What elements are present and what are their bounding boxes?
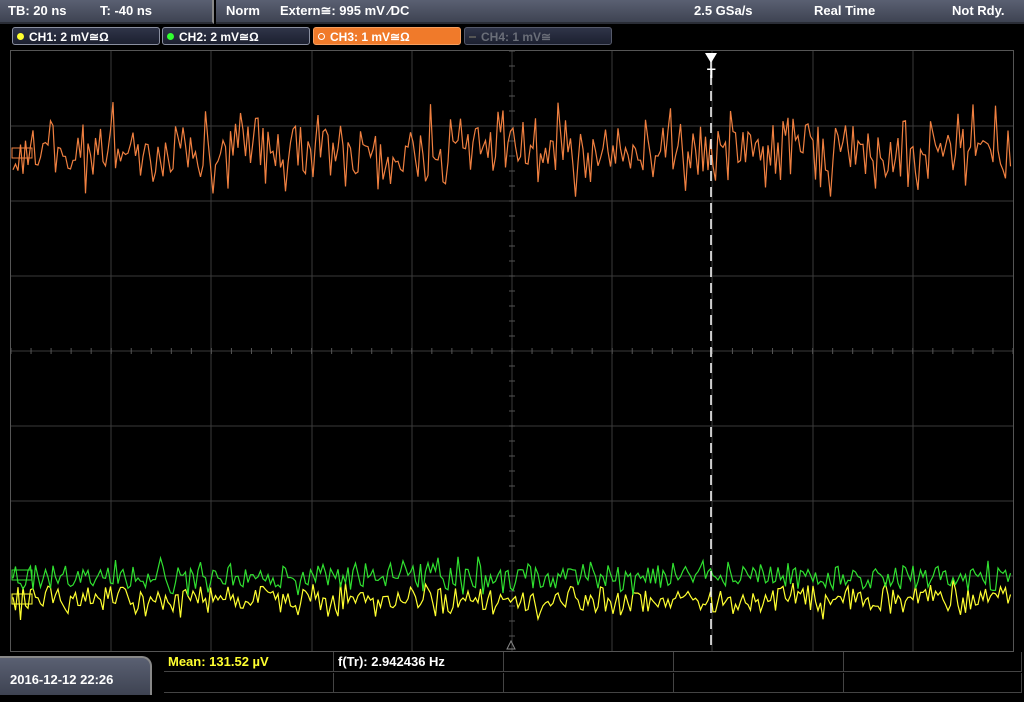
measurement-slot-8[interactable] [504, 673, 674, 693]
trigger-source-label: Extern≅: 995 mV ⁄DC [280, 3, 410, 18]
acquisition-panel[interactable]: Norm Extern≅: 995 mV ⁄DC 2.5 GSa/s Real … [216, 0, 1024, 24]
measurement-table: Mean: 131.52 µV f(Tr): 2.942436 Hz [164, 652, 1024, 695]
ch4-color-icon [469, 36, 476, 38]
trigger-time-label: T: -40 ns [100, 3, 153, 18]
measurement-slot-3[interactable] [504, 652, 674, 672]
channel-tab-ch4[interactable]: CH4: 1 mV≅ [464, 27, 612, 45]
trigger-mode-label: Norm [226, 3, 260, 18]
measurement-slot-10[interactable] [844, 673, 1022, 693]
ch3-color-icon [318, 33, 325, 40]
waveform-canvas: T [11, 51, 1013, 651]
timebase-label: TB: 20 ns [8, 3, 67, 18]
measurement-slot-4[interactable] [674, 652, 844, 672]
waveform-display[interactable]: T [10, 50, 1014, 652]
ch4-label: CH4: 1 mV≅ [481, 30, 552, 44]
measurement-frequency[interactable]: f(Tr): 2.942436 Hz [334, 652, 504, 672]
ch3-label: CH3: 1 mV≅Ω [330, 30, 410, 44]
timebase-panel[interactable]: TB: 20 ns T: -40 ns [0, 0, 214, 24]
run-state-label: Not Rdy. [952, 3, 1005, 18]
ch1-color-icon [17, 33, 24, 40]
channel-tab-ch1[interactable]: CH1: 2 mV≅Ω [12, 27, 160, 45]
trigger-arrow-icon[interactable] [705, 53, 717, 63]
measurement-slot-6[interactable] [164, 673, 334, 693]
channel-tabs: CH1: 2 mV≅Ω CH2: 2 mV≅Ω CH3: 1 mV≅Ω CH4:… [0, 26, 1024, 48]
status-bar: TB: 20 ns T: -40 ns Norm Extern≅: 995 mV… [0, 0, 1024, 24]
sample-rate-label: 2.5 GSa/s [694, 3, 753, 18]
ch2-label: CH2: 2 mV≅Ω [179, 30, 259, 44]
measurement-slot-7[interactable] [334, 673, 504, 693]
footer-bar: 2016-12-12 22:26 Mean: 131.52 µV f(Tr): … [0, 652, 1024, 695]
trigger-marker-label: T [707, 65, 716, 81]
channel-tab-ch2[interactable]: CH2: 2 mV≅Ω [162, 27, 310, 45]
datetime-display: 2016-12-12 22:26 [0, 656, 152, 695]
measurement-slot-9[interactable] [674, 673, 844, 693]
acquisition-mode-label: Real Time [814, 3, 876, 18]
measurement-mean[interactable]: Mean: 131.52 µV [164, 652, 334, 672]
channel-tab-ch3[interactable]: CH3: 1 mV≅Ω [313, 27, 461, 45]
ground-marker-icon [506, 639, 516, 650]
ch1-label: CH1: 2 mV≅Ω [29, 30, 109, 44]
ch2-color-icon [167, 33, 174, 40]
measurement-slot-5[interactable] [844, 652, 1022, 672]
